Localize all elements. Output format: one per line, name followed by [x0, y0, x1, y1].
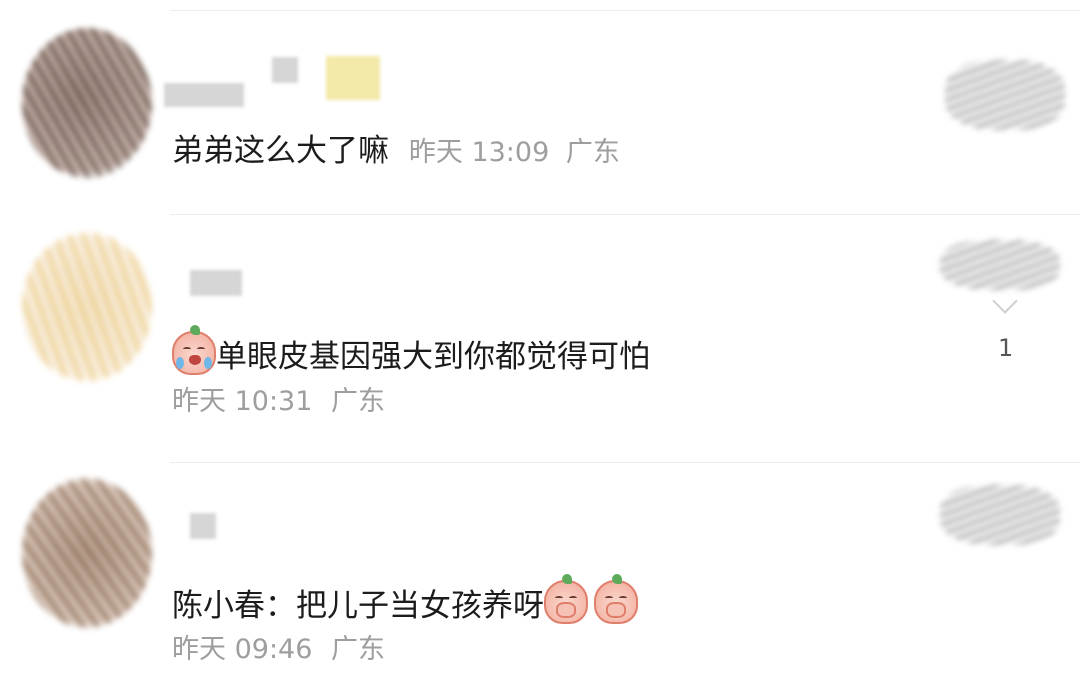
avatar[interactable]: [22, 232, 152, 382]
chevron-down-icon[interactable]: [992, 288, 1018, 314]
comment-time: 昨天 10:31: [172, 386, 313, 417]
avatar[interactable]: [22, 478, 152, 628]
comment-meta: 昨天 13:09 广东: [409, 137, 620, 168]
like-button[interactable]: [940, 485, 1060, 545]
shy-peach-icon: [594, 574, 638, 624]
divider: [170, 462, 1080, 463]
like-button[interactable]: [945, 60, 1065, 130]
comment-text-row[interactable]: 陈小春：把儿子当女孩养呀: [172, 574, 638, 626]
comment-text: 陈小春：把儿子当女孩养呀: [172, 588, 544, 624]
like-count: 1: [998, 334, 1014, 362]
badge-mask: [326, 56, 380, 100]
username-mask[interactable]: [190, 513, 216, 539]
like-button[interactable]: [940, 240, 1060, 290]
comment-list: 弟弟这么大了嘛 昨天 13:09 广东 单眼皮基因强大到你都觉得可怕 昨天 10…: [0, 0, 1080, 695]
crying-laughing-peach-icon: [172, 325, 216, 375]
shy-peach-icon: [544, 574, 588, 624]
username-mask[interactable]: [190, 270, 242, 296]
divider: [170, 10, 1080, 11]
comment-text: 弟弟这么大了嘛: [172, 133, 389, 169]
avatar[interactable]: [22, 28, 152, 178]
comment-location: 广东: [565, 137, 620, 168]
comment-text-row[interactable]: 弟弟这么大了嘛 昨天 13:09 广东: [172, 131, 620, 173]
username-mask[interactable]: [164, 83, 244, 107]
comment-text: 单眼皮基因强大到你都觉得可怕: [216, 339, 650, 375]
comment-time: 昨天 09:46: [172, 634, 313, 665]
comment-text-row[interactable]: 单眼皮基因强大到你都觉得可怕: [172, 325, 650, 377]
username-mask: [272, 57, 298, 83]
comment-meta: 昨天 10:31 广东: [172, 384, 385, 420]
comment-time: 昨天 13:09: [408, 137, 550, 168]
comment-meta: 昨天 09:46 广东: [172, 632, 385, 668]
comment-location: 广东: [331, 386, 385, 417]
divider: [170, 214, 1080, 215]
comment-location: 广东: [331, 634, 385, 665]
